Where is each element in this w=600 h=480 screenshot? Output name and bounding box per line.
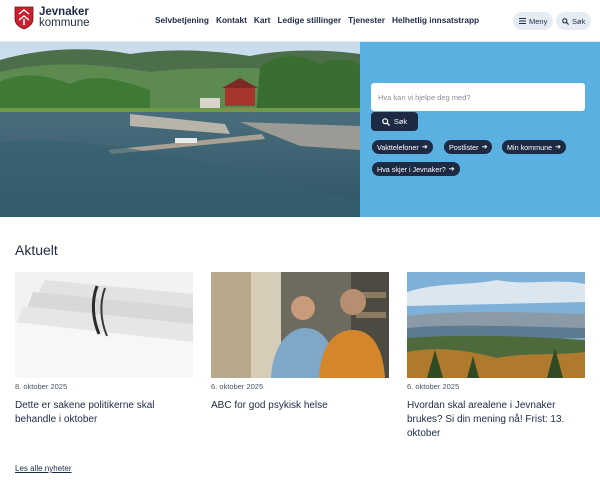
quick-link-vakttelefoner[interactable]: Vakttelefoner ➔	[372, 140, 433, 154]
news-title-link[interactable]: ABC for god psykisk helse	[211, 399, 389, 413]
news-title-link[interactable]: Hvordan skal arealene i Jevnaker brukes?…	[407, 399, 585, 441]
logo-text: Jevnaker kommune	[39, 6, 90, 29]
quick-link-label: Postlister	[449, 142, 479, 152]
logo-line2: kommune	[39, 17, 90, 29]
all-news-link[interactable]: Les alle nyheter	[15, 464, 71, 473]
search-icon	[382, 117, 390, 126]
news-section-title: Aktuelt	[15, 242, 58, 258]
lake-marina-photo	[0, 42, 360, 217]
hamburger-icon	[519, 18, 526, 24]
site-header: Jevnaker kommune Selvbetjening Kontakt K…	[0, 0, 600, 42]
landscape-view-photo	[407, 272, 585, 378]
news-date: 8. oktober 2025	[15, 382, 68, 391]
nav-item-helhetlig-innsatstrapp[interactable]: Helhetlig innsatstrapp	[392, 15, 479, 25]
nav-item-kart[interactable]: Kart	[254, 15, 271, 25]
news-date: 6. oktober 2025	[211, 382, 264, 391]
nav-item-selvbetjening[interactable]: Selvbetjening	[155, 15, 209, 25]
quick-link-label: Min kommune	[507, 142, 553, 152]
news-title-link[interactable]: Dette er sakene politikerne skal behandl…	[15, 399, 193, 427]
site-search-button[interactable]: Søk	[371, 112, 418, 131]
quick-link-postlister[interactable]: Postlister ➔	[444, 140, 493, 154]
nav-item-tjenester[interactable]: Tjenester	[348, 15, 385, 25]
site-search-input[interactable]	[371, 83, 585, 111]
hero-section: Søk Vakttelefoner ➔ Postlister ➔ Min kom…	[0, 42, 600, 217]
site-search-button-label: Søk	[393, 117, 408, 126]
menu-button[interactable]: Meny	[513, 12, 554, 30]
arrow-right-icon: ➔	[481, 144, 488, 151]
header-search-button[interactable]: Søk	[556, 12, 592, 30]
site-logo[interactable]: Jevnaker kommune	[14, 6, 90, 30]
arrow-right-icon: ➔	[448, 166, 455, 173]
news-card[interactable]: 8. oktober 2025 Dette er sakene politike…	[15, 272, 193, 425]
coat-of-arms-icon	[14, 6, 34, 30]
header-search-label: Søk	[572, 16, 586, 26]
arrow-right-icon: ➔	[421, 144, 428, 151]
hero-search-panel: Søk Vakttelefoner ➔ Postlister ➔ Min kom…	[360, 42, 600, 217]
quick-link-label: Vakttelefoner	[377, 142, 419, 152]
news-card[interactable]: 6. oktober 2025 Hvordan skal arealene i …	[407, 272, 585, 439]
nav-item-kontakt[interactable]: Kontakt	[216, 15, 247, 25]
papers-photo	[15, 272, 193, 378]
news-date: 6. oktober 2025	[407, 382, 460, 391]
arrow-right-icon: ➔	[555, 144, 562, 151]
main-nav: Selvbetjening Kontakt Kart Ledige stilli…	[155, 15, 486, 25]
quick-link-min-kommune[interactable]: Min kommune ➔	[502, 140, 567, 154]
two-men-talking-photo	[211, 272, 389, 378]
quick-link-hva-skjer[interactable]: Hva skjer i Jevnaker? ➔	[372, 162, 460, 176]
search-icon	[562, 17, 569, 25]
menu-button-label: Meny	[529, 16, 548, 26]
quick-link-label: Hva skjer i Jevnaker?	[377, 164, 446, 174]
news-card[interactable]: 6. oktober 2025 ABC for god psykisk hels…	[211, 272, 389, 411]
nav-item-ledige-stillinger[interactable]: Ledige stillinger	[277, 15, 341, 25]
